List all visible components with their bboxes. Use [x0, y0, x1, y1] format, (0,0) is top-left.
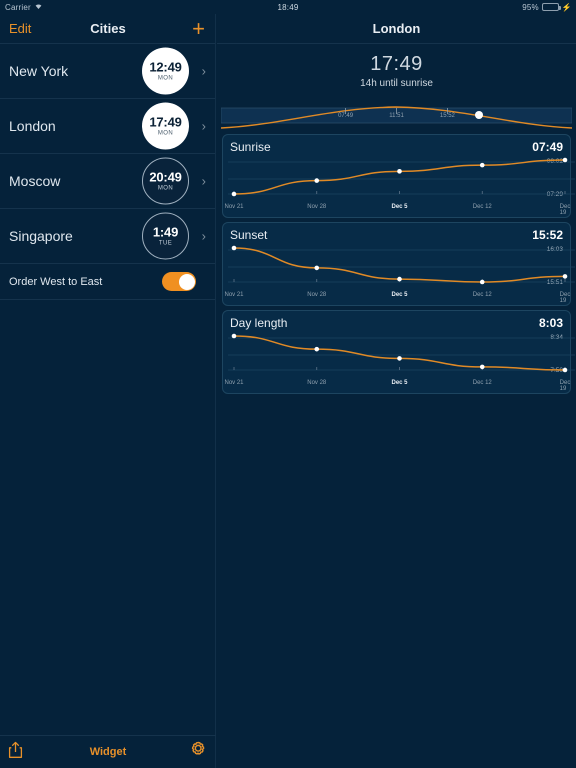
sun-arc-tick-label: 15:52: [439, 113, 455, 119]
city-row[interactable]: New York 12:49 MON ›: [0, 44, 215, 99]
chart-x-label: Dec 5: [391, 380, 408, 386]
order-west-to-east-row[interactable]: Order West to East: [0, 264, 215, 300]
chart-title: Sunrise: [230, 140, 271, 154]
chart-current-value: 8:03: [538, 316, 563, 330]
chart-x-label: Dec 19: [559, 380, 571, 392]
app-root: Carrier 18:49 95% ⚡ Edit Cities + New Yo…: [0, 0, 576, 768]
sun-arc-chart: 07:49 11:51 15:52: [221, 97, 572, 130]
chevron-right-icon[interactable]: ›: [202, 64, 206, 79]
chart-current-value: 07:49: [532, 140, 563, 154]
status-bar-right: 95% ⚡: [522, 3, 572, 12]
chart-card[interactable]: Day length 8:03 8:34 7:50 Nov 21 Nov 28 Dec 5D…: [222, 310, 575, 394]
charts-container: Sunrise 07:49 08:02 07:29 Nov 21 Nov 28 Dec 5D…: [217, 134, 576, 394]
now-block: 17:49 14h until sunrise: [217, 44, 576, 89]
city-list: New York 12:49 MON › London 17:49 MON › Moscow 20…: [0, 44, 215, 264]
chart-plot: [228, 333, 575, 373]
sidebar-title: Cities: [90, 21, 126, 36]
chart-current-value: 15:52: [532, 228, 563, 242]
chart-card[interactable]: Sunrise 07:49 08:02 07:29 Nov 21 Nov 28 Dec 5D…: [222, 134, 575, 218]
city-clock: 1:49 TUE: [142, 212, 189, 260]
chart-x-axis-labels: Nov 21 Nov 28 Dec 5 Dec 12 Dec 19: [224, 380, 575, 392]
gear-icon[interactable]: [189, 740, 208, 764]
chart-x-label: Nov 21: [224, 380, 244, 386]
chart-plot: [228, 245, 575, 285]
chart-x-label: Nov 21: [224, 204, 244, 210]
city-clock-day: MON: [157, 185, 174, 192]
city-clock: 17:49 MON: [142, 102, 189, 150]
bottom-toolbar: Widget: [0, 735, 216, 768]
order-west-to-east-toggle[interactable]: [162, 272, 196, 291]
chart-x-label: Nov 28: [307, 204, 327, 210]
city-row[interactable]: London 17:49 MON ›: [0, 99, 215, 154]
current-time: 17:49: [370, 53, 423, 75]
widget-button[interactable]: Widget: [0, 746, 216, 758]
until-sunrise-label: 14h until sunrise: [360, 78, 433, 89]
sidebar: Edit Cities + New York 12:49 MON › London 17:…: [0, 14, 216, 768]
city-clock-time: 20:49: [149, 169, 182, 185]
battery-percent-label: 95%: [522, 2, 539, 12]
chart-x-label: Dec 5: [391, 292, 408, 298]
city-clock: 20:49 MON: [142, 157, 189, 205]
city-name: New York: [9, 63, 69, 79]
city-clock-day: MON: [157, 130, 174, 137]
chart-x-label: Dec 12: [472, 292, 492, 298]
chart-x-label: Dec 12: [472, 204, 492, 210]
city-clock-time: 1:49: [152, 224, 179, 240]
plus-icon[interactable]: +: [192, 17, 205, 39]
charging-bolt-icon: ⚡: [561, 2, 572, 12]
chart-x-label: Nov 28: [307, 292, 327, 298]
city-clock-time: 12:49: [149, 59, 182, 75]
sun-position-marker: [474, 111, 483, 119]
chevron-right-icon[interactable]: ›: [202, 119, 206, 134]
chart-card[interactable]: Sunset 15:52 16:03 15:51 Nov 21 Nov 28 Dec 5 De…: [222, 222, 575, 306]
city-clock-day: TUE: [158, 240, 173, 247]
chart-title: Day length: [230, 316, 288, 330]
sun-arc-tick-label: 11:51: [389, 113, 404, 119]
chart-title: Sunset: [230, 228, 268, 242]
city-name: Singapore: [9, 228, 73, 244]
city-clock: 12:49 MON: [142, 47, 189, 95]
status-bar-time: 18:49: [277, 2, 299, 12]
sun-arc-tick-label: 07:49: [338, 113, 354, 119]
sun-arc-tick-labels: 07:49 11:51 15:52: [221, 113, 572, 123]
toggle-knob: [178, 273, 195, 290]
chart-x-label: Dec 19: [559, 292, 571, 304]
sidebar-navbar: Edit Cities +: [0, 14, 215, 44]
chevron-right-icon[interactable]: ›: [202, 174, 206, 189]
chevron-right-icon[interactable]: ›: [202, 229, 206, 244]
order-west-to-east-label: Order West to East: [9, 275, 103, 288]
chart-x-label: Dec 5: [391, 204, 408, 210]
main-title: London: [372, 21, 421, 36]
chart-x-label: Nov 28: [307, 380, 327, 386]
chart-x-label: Dec 12: [472, 380, 492, 386]
chart-x-label: Nov 21: [224, 292, 244, 298]
chart-x-axis-labels: Nov 21 Nov 28 Dec 5 Dec 12 Dec 19: [224, 292, 575, 304]
city-row[interactable]: Singapore 1:49 TUE ›: [0, 209, 215, 264]
chart-x-axis-labels: Nov 21 Nov 28 Dec 5 Dec 12 Dec 19: [224, 204, 575, 216]
main-panel: London 17:49 14h until sunrise 07:49 11:5…: [217, 14, 576, 768]
city-clock-day: MON: [157, 75, 174, 82]
chart-plot: [228, 157, 575, 197]
city-row[interactable]: Moscow 20:49 MON ›: [0, 154, 215, 209]
city-clock-time: 17:49: [149, 114, 182, 130]
battery-icon: [541, 3, 561, 11]
city-name: London: [9, 118, 56, 134]
main-navbar: London: [217, 14, 576, 44]
city-name: Moscow: [9, 173, 61, 189]
status-bar: Carrier 18:49 95% ⚡: [0, 0, 576, 14]
status-bar-clock: 18:49: [0, 3, 576, 12]
chart-x-label: Dec 19: [559, 204, 571, 216]
